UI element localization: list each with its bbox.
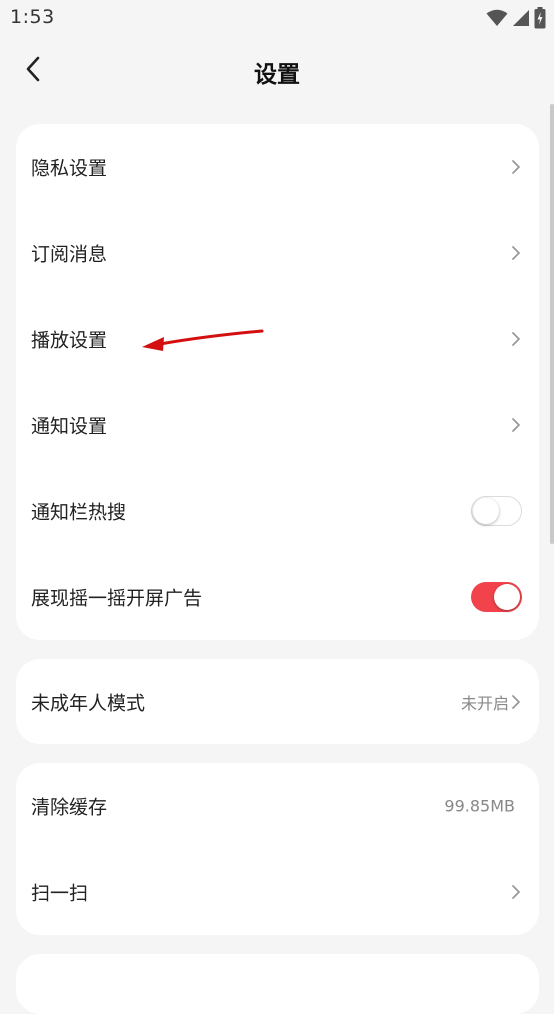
minor-mode-status: 未开启 [460,693,509,713]
shake-splash-ad-label: 展现摇一摇开屏广告 [31,587,203,610]
toggle-knob [494,584,520,610]
status-icons [486,7,546,33]
scrollbar[interactable] [550,104,554,544]
settings-card-general: 隐私设置 订阅消息 播放设置 通知设置 通知栏热搜 展现摇一摇开屏广告 [16,124,539,640]
notification-bar-hot-search-toggle[interactable] [471,496,522,526]
shake-splash-ad-toggle[interactable] [471,582,522,612]
chevron-right-icon [511,159,521,175]
subscription-messages-row[interactable]: 订阅消息 [16,210,539,296]
page-title: 设置 [254,62,300,88]
status-time: 1:53 [10,6,55,28]
notification-bar-hot-search-row: 通知栏热搜 [16,468,539,554]
status-bar: 1:53 [0,0,554,38]
notification-settings-row[interactable]: 通知设置 [16,382,539,468]
toggle-knob [473,498,499,524]
minor-mode-label: 未成年人模式 [31,692,146,714]
settings-card-more [16,954,539,1014]
playback-settings-label: 播放设置 [31,329,108,352]
privacy-settings-label: 隐私设置 [31,157,108,180]
chevron-right-icon [511,331,521,347]
settings-card-minor-mode: 未成年人模式 未开启 [16,659,539,744]
chevron-right-icon [511,694,521,710]
scan-label: 扫一扫 [31,882,89,905]
cache-size-value: 99.85MB [444,796,515,816]
scan-row[interactable]: 扫一扫 [16,849,539,935]
playback-settings-row[interactable]: 播放设置 [16,296,539,382]
signal-icon [512,9,530,31]
chevron-right-icon [511,884,521,900]
shake-splash-ad-row: 展现摇一摇开屏广告 [16,554,539,640]
wifi-icon [486,9,508,31]
subscription-messages-label: 订阅消息 [31,243,108,266]
minor-mode-row[interactable]: 未成年人模式 未开启 [16,659,539,744]
settings-card-tools: 清除缓存 99.85MB 扫一扫 [16,763,539,935]
annotation-arrow [136,322,268,356]
notification-settings-label: 通知设置 [31,415,108,438]
header: 设置 [0,38,554,104]
battery-charging-icon [534,7,546,33]
chevron-right-icon [511,417,521,433]
chevron-right-icon [511,245,521,261]
notification-bar-hot-search-label: 通知栏热搜 [31,501,127,524]
clear-cache-row[interactable]: 清除缓存 99.85MB [16,763,539,849]
privacy-settings-row[interactable]: 隐私设置 [16,124,539,210]
clear-cache-label: 清除缓存 [31,796,108,819]
